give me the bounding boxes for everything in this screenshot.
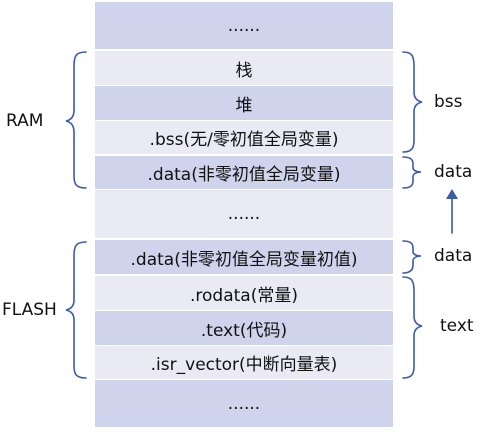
- bss-label: bss: [434, 92, 463, 112]
- bss-right-brace: [402, 51, 423, 153]
- flash-left-brace: [65, 241, 87, 379]
- ram-left-brace: [65, 51, 87, 189]
- flash-label: FLASH: [2, 300, 57, 320]
- text-right-brace: [402, 276, 423, 379]
- ram-label: RAM: [6, 111, 44, 131]
- text-label: text: [440, 316, 474, 336]
- bracket-overlay: [65, 51, 458, 379]
- data-ram-right-brace: [402, 156, 422, 189]
- data-ram-label: data: [434, 162, 473, 182]
- copy-arrow-head: [446, 189, 458, 199]
- data-flash-right-brace: [402, 240, 422, 274]
- data-flash-label: data: [434, 246, 473, 266]
